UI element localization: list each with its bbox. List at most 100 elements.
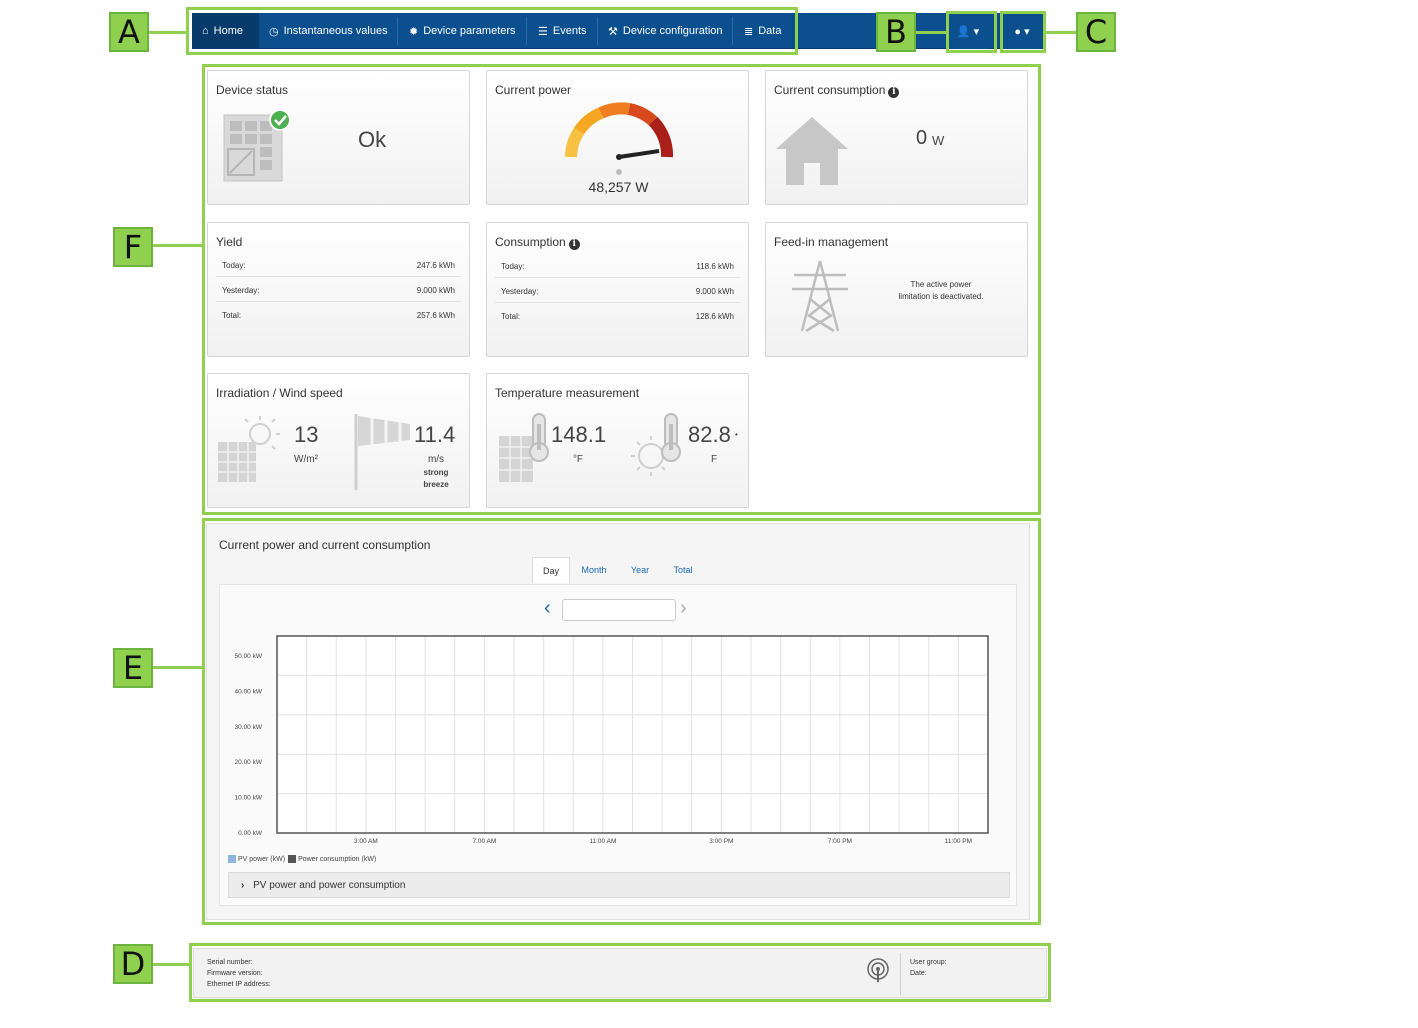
- x-tick-label: 11:00 AM: [589, 838, 616, 845]
- row-value: 9.000 kWh: [695, 287, 734, 296]
- tile-title: Device status: [216, 83, 289, 97]
- help-menu-button[interactable]: ● ▾: [1002, 13, 1042, 49]
- tile-title: Consumption i: [495, 235, 580, 250]
- y-tick-label: 20.00 kW: [235, 759, 263, 766]
- nav-data[interactable]: ≣ Data: [734, 13, 791, 49]
- status-footer: Serial number: Firmware version: Etherne…: [193, 948, 1047, 998]
- sun-panel-icon: [218, 416, 280, 482]
- tile-title: Current consumption i: [774, 83, 900, 98]
- nav-events[interactable]: ☰ Events: [528, 13, 597, 49]
- nav-divider: [397, 17, 398, 45]
- y-tick-label: 30.00 kW: [235, 724, 263, 731]
- footer-divider: [900, 953, 901, 995]
- irradiation-value: 13: [294, 422, 319, 447]
- user-menu-button[interactable]: 👤 ▾: [948, 13, 988, 49]
- feed-in-text-line: limitation is deactivated.: [898, 292, 984, 301]
- ambient-temperature-value: 82.8: [688, 422, 731, 447]
- y-tick-label: 10.00 kW: [235, 795, 263, 802]
- power-chart: 50.00 kW 40.00 kW 30.00 kW 20.00 kW 10.00 kW…: [235, 635, 989, 845]
- tile-consumption: Consumption i Today: 118.6 kWh Yesterday:…: [486, 222, 749, 357]
- date-label: Date:: [910, 970, 927, 977]
- module-thermometer-icon: [499, 413, 549, 482]
- callout-c: C: [1076, 12, 1116, 52]
- row-label: Today:: [501, 262, 525, 271]
- info-icon[interactable]: i: [568, 239, 580, 250]
- row-label: Today:: [222, 261, 246, 270]
- annotation-leader-f: [152, 244, 203, 247]
- row-label: Yesterday:: [501, 287, 539, 296]
- row-label: Total:: [501, 312, 521, 321]
- accordion-label: PV power and power consumption: [253, 880, 406, 891]
- consumption-value: 0: [916, 127, 928, 149]
- feed-in-status-text: The active power limitation is deactivat…: [876, 279, 1006, 303]
- annotation-leader-e: [152, 666, 203, 669]
- legend-swatch-consumption: [288, 855, 297, 863]
- nav-label: Device parameters: [423, 25, 516, 37]
- x-tick-label: 3:00 AM: [354, 838, 378, 845]
- current-power-value: 48,257 W: [588, 179, 649, 195]
- annotation-leader-b: [914, 31, 947, 34]
- info-icon[interactable]: i: [888, 87, 900, 98]
- yield-row-today: Today: 247.6 kWh: [216, 253, 461, 277]
- tab-day[interactable]: Day: [532, 557, 570, 583]
- irradiation-unit: W/m²: [294, 454, 318, 465]
- feed-in-text-line: The active power: [910, 280, 972, 289]
- ambient-temperature-mark: •: [735, 430, 738, 439]
- ambient-thermometer-icon: [631, 413, 681, 476]
- nav-label: Events: [552, 25, 587, 37]
- y-tick-label: 50.00 kW: [235, 653, 263, 660]
- nav-device-parameters[interactable]: ✹ Device parameters: [399, 13, 526, 49]
- tile-title: Yield: [216, 235, 243, 249]
- row-value: 9.000 kWh: [416, 286, 455, 295]
- tab-year[interactable]: Year: [621, 557, 659, 583]
- power-gauge-icon: [565, 102, 674, 175]
- tile-title: Temperature measurement: [495, 386, 640, 400]
- gauge-icon: ◷: [269, 25, 279, 38]
- power-pylon-icon: [792, 260, 848, 333]
- help-icon: ● ▾: [1014, 25, 1030, 38]
- house-icon: [776, 117, 848, 185]
- x-tick-label: 7:00 AM: [472, 838, 496, 845]
- x-tick-label: 7:00 PM: [828, 838, 852, 845]
- tile-device-status: Device status Ok: [207, 70, 470, 205]
- yield-row-yesterday: Yesterday: 9.000 kWh: [216, 278, 461, 302]
- consumption-unit: W: [932, 133, 945, 148]
- tile-title: Feed-in management: [774, 235, 889, 249]
- consumption-row-yesterday: Yesterday: 9.000 kWh: [495, 279, 740, 303]
- list-icon: ☰: [538, 25, 548, 38]
- tile-irradiation-wind: Irradiation / Wind speed 13 W/m² 11.4 m/…: [207, 373, 470, 508]
- tile-title: Current power: [495, 83, 572, 97]
- nav-home[interactable]: ⌂ Home: [192, 13, 259, 49]
- x-tick-label: 3:00 PM: [709, 838, 733, 845]
- wind-speed-value: 11.4: [414, 422, 456, 447]
- tab-total[interactable]: Total: [664, 557, 702, 583]
- row-value: 118.6 kWh: [696, 262, 734, 271]
- annotation-leader-a: [149, 31, 187, 34]
- tile-feed-in-management: Feed-in management The active power limi…: [765, 222, 1028, 357]
- tile-title-text: Consumption: [495, 235, 566, 249]
- tab-month[interactable]: Month: [575, 557, 613, 583]
- nav-divider: [526, 17, 527, 45]
- home-icon: ⌂: [202, 25, 209, 37]
- nav-label: Instantaneous values: [283, 25, 388, 37]
- callout-d: D: [113, 944, 153, 984]
- callout-b: B: [876, 12, 916, 52]
- database-icon: ≣: [744, 25, 754, 38]
- nav-instantaneous-values[interactable]: ◷ Instantaneous values: [259, 13, 398, 49]
- legend-label[interactable]: PV power (kW): [238, 856, 285, 863]
- yield-row-total: Total: 257.6 kWh: [216, 303, 461, 327]
- nav-device-configuration[interactable]: ⚒ Device configuration: [598, 13, 733, 49]
- annotation-leader-d: [152, 963, 190, 966]
- x-tick-label: 11:00 PM: [945, 838, 972, 845]
- legend-label[interactable]: Power consumption (kW): [298, 856, 376, 863]
- row-value: 247.6 kWh: [416, 261, 455, 270]
- wrench-icon: ⚒: [608, 25, 618, 38]
- chart-frame: ‹ › 50.00 kW 40.00 kW 30.00 kW 20.00 kW 10.0…: [219, 584, 1017, 906]
- chart-legend: PV power (kW) Power consumption (kW): [228, 855, 376, 863]
- module-temperature-value: 148.1: [551, 422, 607, 447]
- tile-current-consumption: Current consumption i 0 W: [765, 70, 1028, 205]
- nav-label: Data: [758, 25, 782, 37]
- pv-power-accordion[interactable]: › PV power and power consumption: [228, 872, 1010, 898]
- y-tick-label: 0.00 kW: [238, 830, 263, 837]
- nav-label: Home: [213, 25, 243, 37]
